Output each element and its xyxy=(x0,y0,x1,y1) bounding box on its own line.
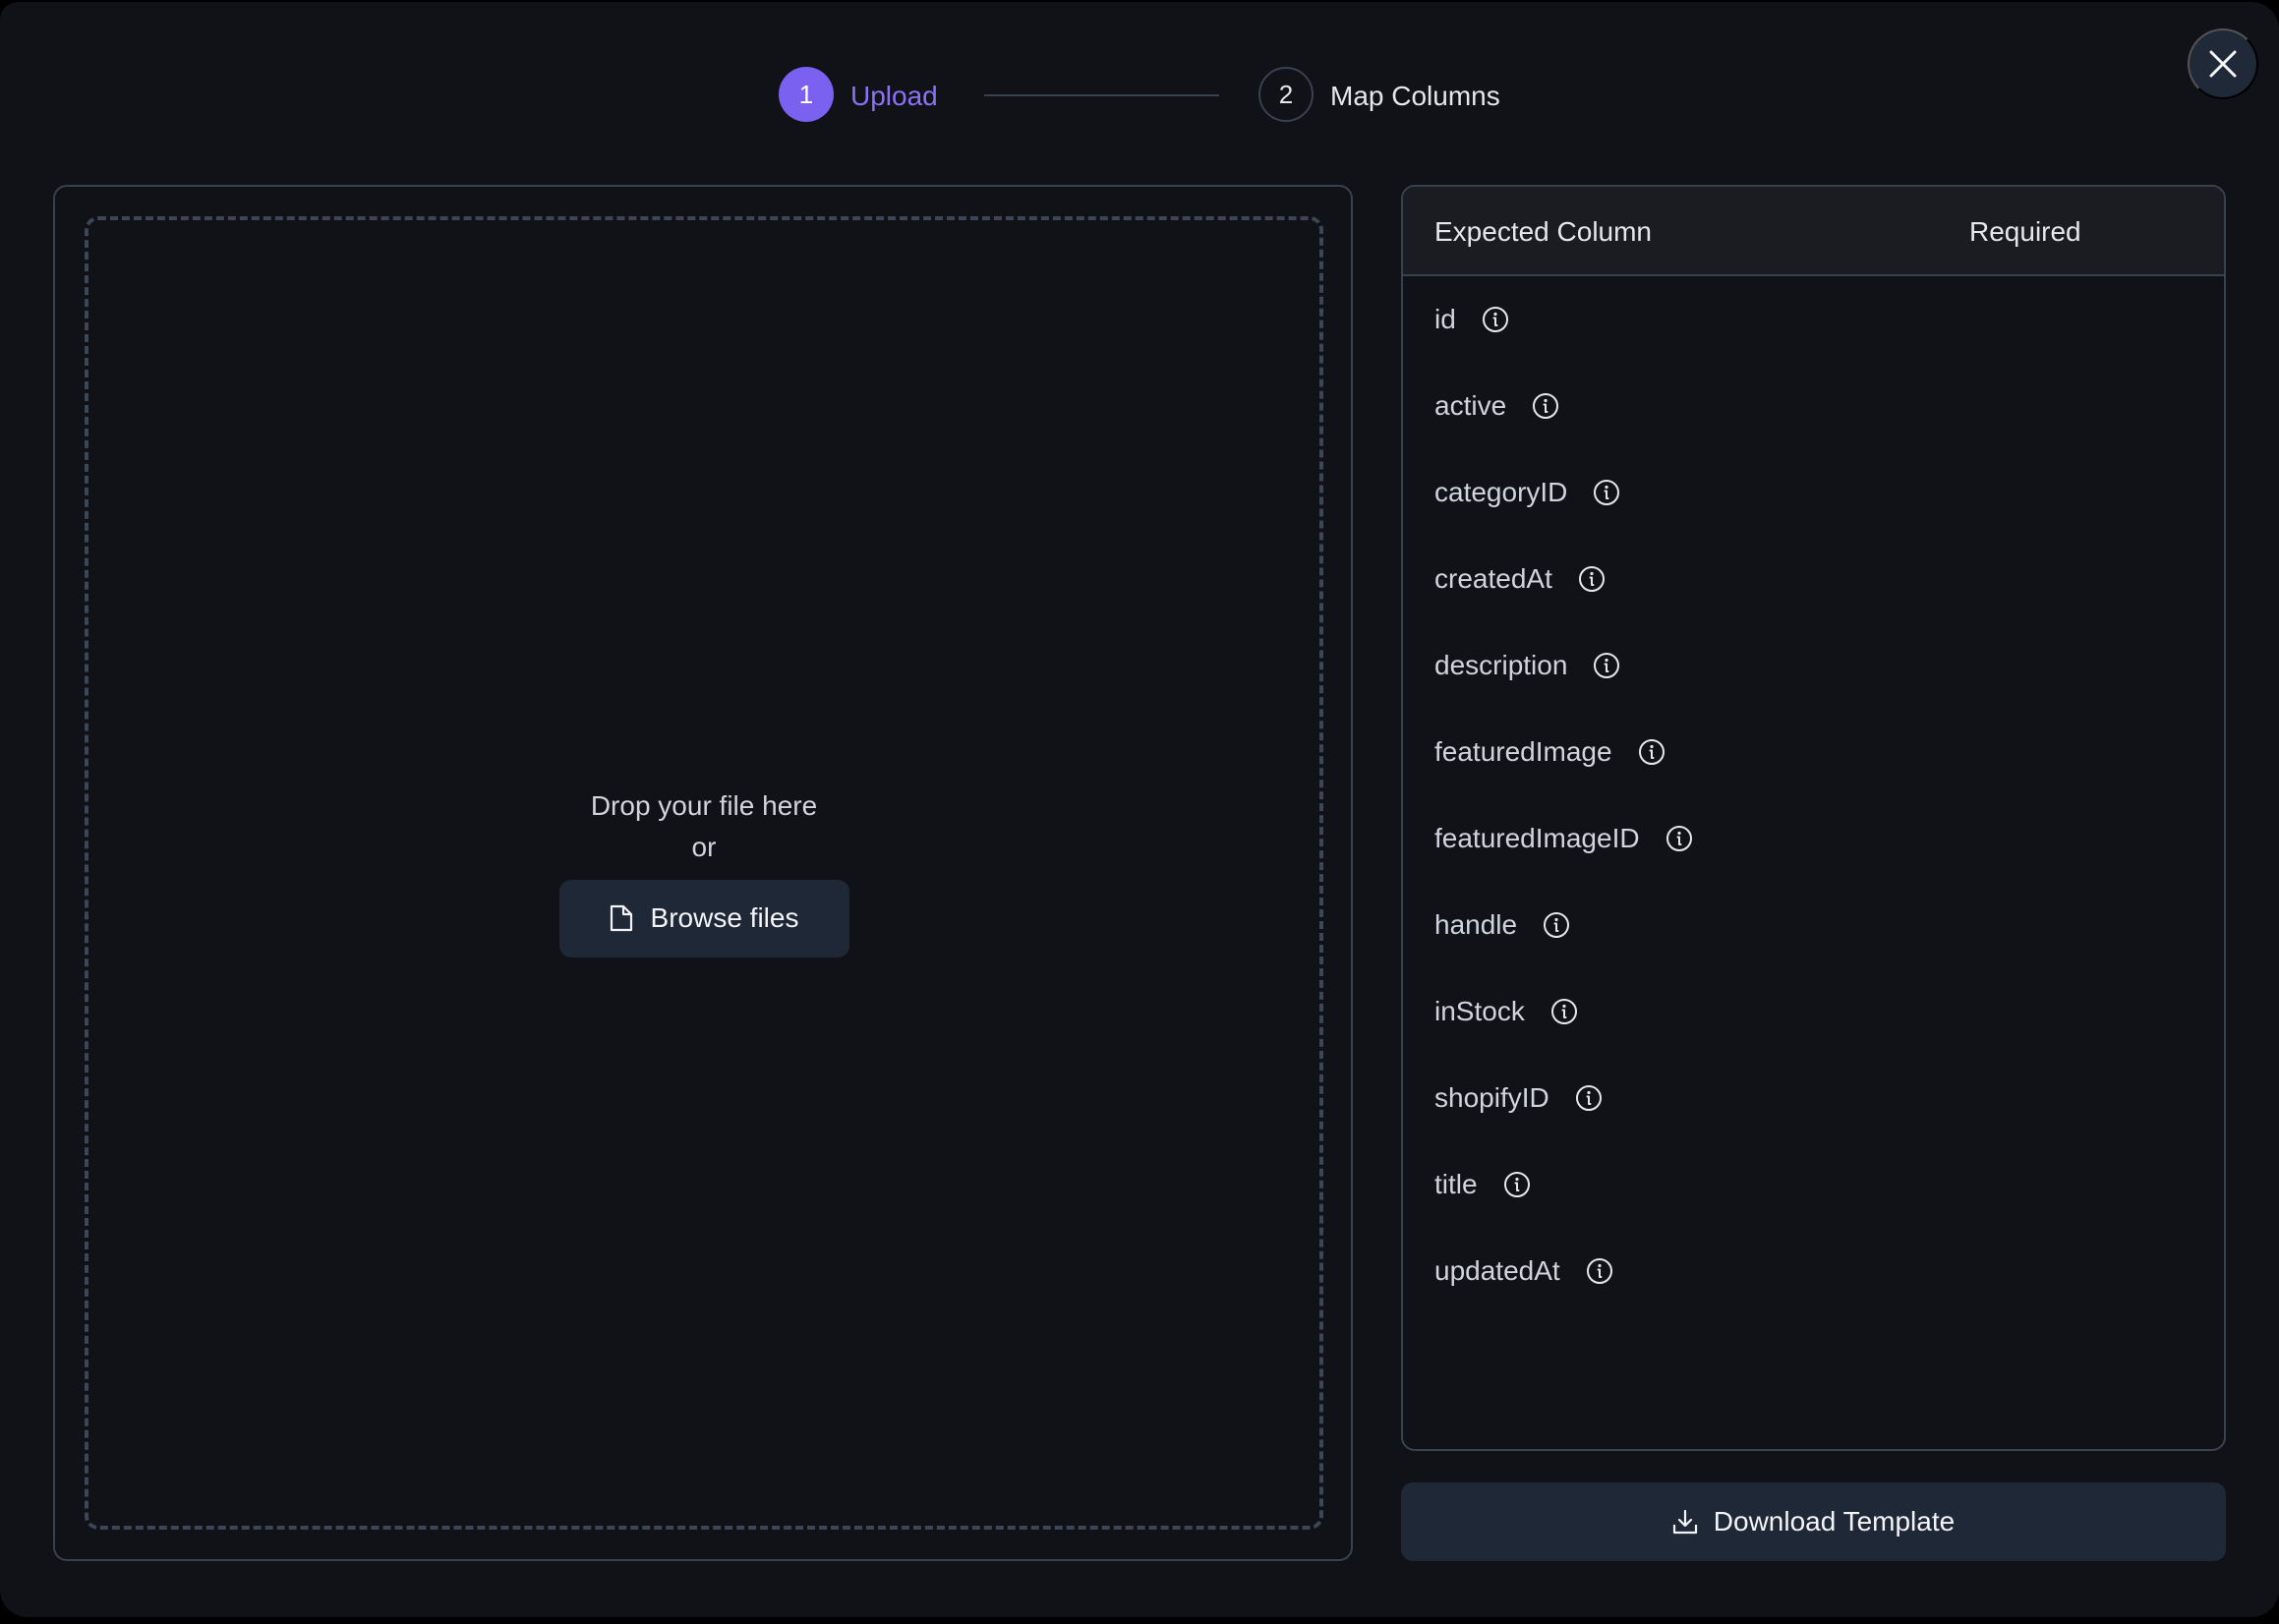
file-dropzone[interactable]: Drop your file here or Browse files xyxy=(85,216,1323,1530)
info-icon[interactable] xyxy=(1482,306,1509,333)
step-2-indicator: 2 xyxy=(1258,67,1314,122)
step-2-label: Map Columns xyxy=(1330,81,1500,111)
table-row: inStock xyxy=(1403,968,2224,1055)
download-icon xyxy=(1672,1509,1697,1535)
download-template-label: Download Template xyxy=(1713,1506,1956,1537)
table-row: createdAt xyxy=(1403,536,2224,622)
table-row: updatedAt xyxy=(1403,1228,2224,1314)
column-name: categoryID xyxy=(1434,477,1568,507)
column-name: title xyxy=(1434,1169,1478,1199)
column-name: handle xyxy=(1434,909,1518,940)
browse-files-label: Browse files xyxy=(650,902,799,933)
column-name: shopifyID xyxy=(1434,1082,1549,1113)
table-row: title xyxy=(1403,1141,2224,1228)
info-icon[interactable] xyxy=(1550,998,1578,1025)
step-1-label: Upload xyxy=(850,81,938,111)
drop-instruction: Drop your file here xyxy=(590,789,818,821)
table-row: id xyxy=(1403,276,2224,363)
table-header: Expected Column Required xyxy=(1403,187,2224,276)
header-expected-column: Expected Column xyxy=(1434,216,1653,247)
table-row: featuredImage xyxy=(1403,709,2224,795)
browse-files-button[interactable]: Browse files xyxy=(558,879,849,957)
column-name: createdAt xyxy=(1434,563,1552,594)
expected-columns-table: Expected Column Required id active categor… xyxy=(1401,185,2226,1451)
close-button[interactable] xyxy=(2188,29,2258,99)
info-icon[interactable] xyxy=(1593,652,1620,679)
column-name: featuredImageID xyxy=(1434,823,1640,853)
table-row: active xyxy=(1403,363,2224,449)
column-name: featuredImage xyxy=(1434,736,1612,767)
step-2-number: 2 xyxy=(1278,79,1294,109)
column-name: active xyxy=(1434,390,1507,421)
info-icon[interactable] xyxy=(1593,479,1620,506)
column-name: updatedAt xyxy=(1434,1255,1560,1286)
info-icon[interactable] xyxy=(1586,1257,1613,1285)
info-icon[interactable] xyxy=(1575,1084,1603,1112)
table-row: categoryID xyxy=(1403,449,2224,536)
table-row: shopifyID xyxy=(1403,1055,2224,1141)
column-name: description xyxy=(1434,650,1568,680)
info-icon[interactable] xyxy=(1503,1171,1531,1198)
table-body: id active categoryID createdAt description fe… xyxy=(1403,276,2224,1314)
upload-panel: Drop your file here or Browse files xyxy=(53,185,1353,1561)
file-icon xyxy=(610,904,632,932)
info-icon[interactable] xyxy=(1532,392,1559,420)
step-1-number: 1 xyxy=(798,79,814,109)
step-connector xyxy=(984,94,1219,96)
or-separator: or xyxy=(691,831,717,862)
column-name: inStock xyxy=(1434,996,1525,1026)
table-row: description xyxy=(1403,622,2224,709)
column-name: id xyxy=(1434,304,1456,334)
import-modal: 1 Upload 2 Map Columns Drop your file he… xyxy=(0,2,2279,1617)
info-icon[interactable] xyxy=(1665,825,1693,852)
info-icon[interactable] xyxy=(1638,738,1665,766)
table-row: featuredImageID xyxy=(1403,795,2224,882)
step-1-indicator: 1 xyxy=(779,67,834,122)
info-icon[interactable] xyxy=(1543,911,1570,939)
close-icon xyxy=(2209,50,2237,78)
download-template-button[interactable]: Download Template xyxy=(1401,1482,2226,1561)
info-icon[interactable] xyxy=(1578,565,1606,593)
table-row: handle xyxy=(1403,882,2224,968)
header-required: Required xyxy=(1969,216,2081,247)
